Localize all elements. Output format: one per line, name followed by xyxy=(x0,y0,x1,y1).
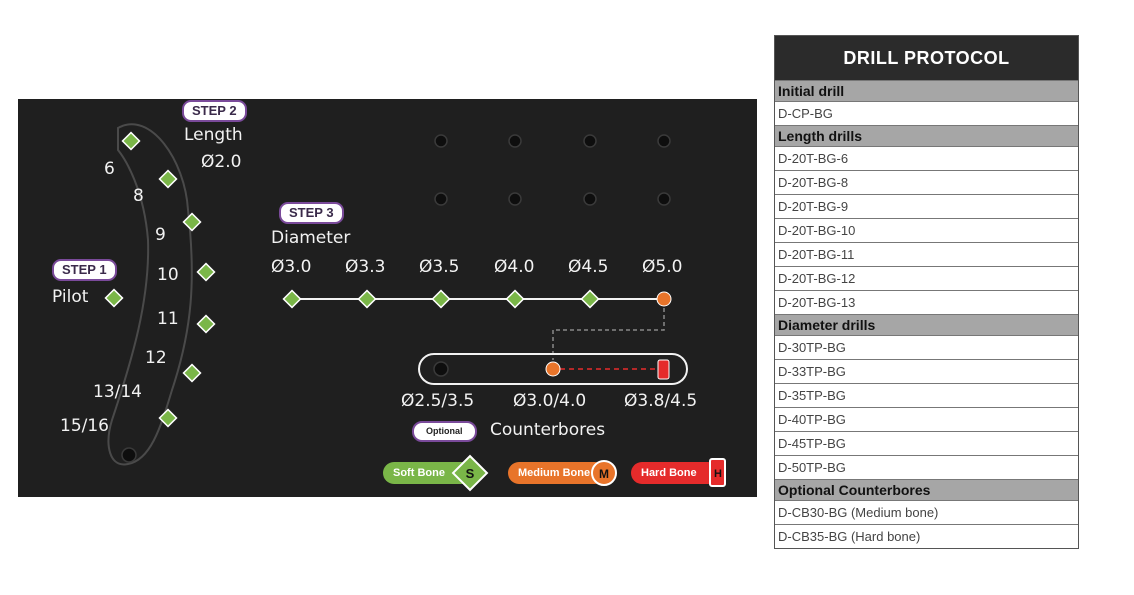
length-label: 11 xyxy=(157,309,179,329)
counterbore-connector xyxy=(552,308,665,360)
legend-medium-label: Medium Bone xyxy=(518,467,591,479)
optional-badge: Optional xyxy=(412,421,477,442)
protocol-row: D-20T-BG-9 xyxy=(775,194,1078,218)
section-header: Length drills xyxy=(775,125,1078,146)
protocol-row: D-50TP-BG xyxy=(775,455,1078,479)
step3-title: Diameter xyxy=(271,228,351,248)
protocol-row: D-20T-BG-11 xyxy=(775,242,1078,266)
protocol-row: D-30TP-BG xyxy=(775,335,1078,359)
upper-hole-grid xyxy=(434,134,671,206)
legend-medium-icon: M xyxy=(591,460,617,486)
section-header: Initial drill xyxy=(775,80,1078,101)
diameter-marker-medium xyxy=(656,291,672,307)
step3-badge: STEP 3 xyxy=(279,202,344,224)
protocol-row: D-20T-BG-10 xyxy=(775,218,1078,242)
section-header: Diameter drills xyxy=(775,314,1078,335)
counterbore-size-label: Ø3.0/4.0 xyxy=(513,391,587,411)
length-label: 8 xyxy=(133,186,144,206)
counterbores-title: Counterbores xyxy=(490,420,606,440)
protocol-row: D-40TP-BG xyxy=(775,407,1078,431)
protocol-row: D-33TP-BG xyxy=(775,359,1078,383)
legend-hard-icon: H xyxy=(709,458,726,487)
diameter-label: Ø5.0 xyxy=(642,257,683,277)
protocol-row: D-20T-BG-13 xyxy=(775,290,1078,314)
legend-hard-bone: Hard Bone xyxy=(631,462,719,484)
counterbore-hole xyxy=(433,361,449,377)
diameter-label: Ø3.5 xyxy=(419,257,460,277)
diameter-label: Ø3.3 xyxy=(345,257,386,277)
length-label: 10 xyxy=(157,265,179,285)
legend-hard-label: Hard Bone xyxy=(641,467,697,479)
counterbore-size-label: Ø3.8/4.5 xyxy=(624,391,698,411)
diameter-label: Ø3.0 xyxy=(271,257,312,277)
counterbore-hard-marker xyxy=(657,359,670,380)
legend-hard-letter: H xyxy=(714,468,722,480)
slot-end-hole xyxy=(121,447,137,463)
length-label: 12 xyxy=(145,348,167,368)
step1-badge: STEP 1 xyxy=(52,259,117,281)
section-header: Optional Counterbores xyxy=(775,479,1078,500)
length-label: 15/16 xyxy=(60,416,109,436)
drill-protocol-table: DRILL PROTOCOL Initial drill D-CP-BG Len… xyxy=(774,35,1079,549)
length-label: 9 xyxy=(155,225,166,245)
step2-diameter: Ø2.0 xyxy=(201,152,242,172)
protocol-title: DRILL PROTOCOL xyxy=(775,36,1078,80)
legend-soft-letter: S xyxy=(466,466,475,481)
step2-badge: STEP 2 xyxy=(182,100,247,122)
length-label: 6 xyxy=(104,159,115,179)
diameter-label: Ø4.0 xyxy=(494,257,535,277)
legend-soft-label: Soft Bone xyxy=(393,467,445,479)
protocol-row: D-CP-BG xyxy=(775,101,1078,125)
step2-title: Length xyxy=(184,125,243,145)
protocol-row: D-20T-BG-6 xyxy=(775,146,1078,170)
protocol-row: D-35TP-BG xyxy=(775,383,1078,407)
length-label: 13/14 xyxy=(93,382,142,402)
pilot-marker xyxy=(104,288,124,308)
protocol-row: D-CB35-BG (Hard bone) xyxy=(775,524,1078,548)
length-slot xyxy=(107,123,193,466)
diameter-label: Ø4.5 xyxy=(568,257,609,277)
legend-soft-icon: S xyxy=(451,454,489,492)
protocol-row: D-CB30-BG (Medium bone) xyxy=(775,500,1078,524)
protocol-row: D-20T-BG-8 xyxy=(775,170,1078,194)
protocol-row: D-20T-BG-12 xyxy=(775,266,1078,290)
protocol-row: D-45TP-BG xyxy=(775,431,1078,455)
counterbore-medium-marker xyxy=(545,361,561,377)
counterbore-size-label: Ø2.5/3.5 xyxy=(401,391,475,411)
step1-title: Pilot xyxy=(52,287,89,307)
legend-medium-letter: M xyxy=(599,467,609,481)
